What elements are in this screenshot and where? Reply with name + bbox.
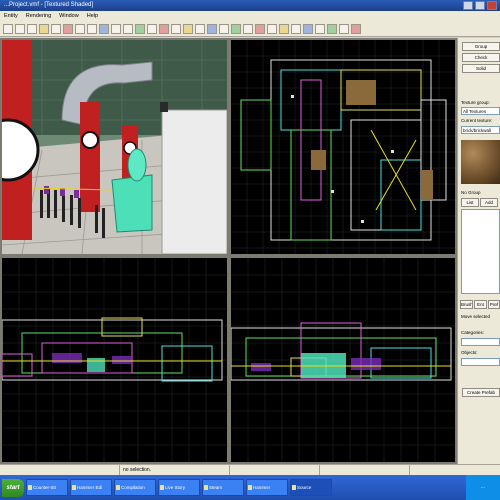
new-icon[interactable]	[3, 23, 13, 34]
minimize-button[interactable]	[463, 1, 473, 10]
grid-larger-icon[interactable]	[123, 23, 133, 34]
grid-icon[interactable]	[99, 23, 109, 34]
undo-icon[interactable]	[39, 23, 49, 34]
current-texture-label: Current texture:	[461, 118, 493, 123]
paste-icon[interactable]	[87, 23, 97, 34]
taskbar-item-7[interactable]: Source	[290, 479, 332, 496]
window-title: ...Project.vmf - [Textured Shaded]	[4, 2, 94, 8]
hide-icon[interactable]	[183, 23, 193, 34]
categories-select[interactable]	[461, 338, 500, 346]
tab-add[interactable]: Add	[480, 198, 498, 207]
taskbar-item-5[interactable]: Steam	[202, 479, 244, 496]
vertex-icon[interactable]	[339, 23, 349, 34]
system-tray[interactable]: ...	[466, 475, 500, 500]
to-world-icon[interactable]	[219, 23, 229, 34]
grid-smaller-icon[interactable]	[111, 23, 121, 34]
decal-icon[interactable]	[303, 23, 313, 34]
cordon-icon[interactable]	[207, 23, 217, 34]
toolbar	[0, 21, 500, 37]
taskbar-item-4[interactable]: Live Story	[158, 479, 200, 496]
categories-label: Categories:	[461, 330, 485, 335]
group-icon[interactable]	[159, 23, 169, 34]
taskbar-item-3[interactable]: Compilation	[114, 479, 156, 496]
select-mode-group-button[interactable]: Group	[462, 42, 500, 51]
front-viewport[interactable]	[0, 256, 229, 464]
menu-item-entity[interactable]: Entity	[4, 11, 18, 21]
objects-select[interactable]	[461, 358, 500, 366]
save-icon[interactable]	[27, 23, 37, 34]
current-texture-select[interactable]: brick/brickwall	[461, 126, 500, 134]
unhide-icon[interactable]	[195, 23, 205, 34]
tab-brush[interactable]: Brush	[460, 300, 473, 309]
clip-icon[interactable]	[327, 23, 337, 34]
cut-icon[interactable]	[63, 23, 73, 34]
copy-icon[interactable]	[75, 23, 85, 34]
check-problems-icon[interactable]	[255, 23, 265, 34]
tab-ent[interactable]: Ent	[474, 300, 487, 309]
window-title-bar: ...Project.vmf - [Textured Shaded]	[0, 0, 500, 11]
close-button[interactable]	[487, 1, 497, 10]
smooth-icon[interactable]	[279, 23, 289, 34]
move-selected-label: Move selected	[461, 314, 491, 319]
menu-item-window[interactable]: Window	[59, 11, 79, 21]
camera-viewport[interactable]	[0, 38, 229, 256]
texture-group-label: Texture group:	[461, 100, 490, 105]
taskbar: start Counter-Str Hammer Edi Compilation…	[0, 475, 500, 500]
ungroup-icon[interactable]	[171, 23, 181, 34]
to-entity-icon[interactable]	[231, 23, 241, 34]
side-viewport[interactable]	[229, 256, 457, 464]
texture-group-select[interactable]: All Textures	[461, 107, 500, 115]
run-map-icon[interactable]	[243, 23, 253, 34]
magnify-icon[interactable]	[351, 23, 361, 34]
carve-icon[interactable]	[147, 23, 157, 34]
menu-item-rendering[interactable]: Rendering	[26, 11, 51, 21]
taskbar-item-1[interactable]: Counter-Str	[26, 479, 68, 496]
taskbar-item-2[interactable]: Hammer Edi	[70, 479, 112, 496]
texture-preview[interactable]	[461, 140, 500, 184]
maximize-button[interactable]	[475, 1, 485, 10]
visgroup-label: No Group	[461, 190, 481, 195]
taskbar-item-6[interactable]: Hammer	[246, 479, 288, 496]
top-viewport[interactable]	[229, 38, 457, 256]
open-icon[interactable]	[15, 23, 25, 34]
objects-label: Objects:	[461, 350, 478, 355]
entity-report-icon[interactable]	[267, 23, 277, 34]
create-prefab-button[interactable]: Create Prefab	[462, 388, 500, 397]
visgroup-list[interactable]	[461, 209, 500, 294]
select-mode-solid-button[interactable]: Solid	[462, 64, 500, 73]
tab-pref[interactable]: Pref	[488, 300, 500, 309]
side-panel: Group Check Solid Texture group: All Tex…	[457, 38, 500, 464]
redo-icon[interactable]	[51, 23, 61, 34]
status-bar: no selection.	[0, 464, 500, 476]
texture-lock-icon[interactable]	[135, 23, 145, 34]
texture-app-icon[interactable]	[291, 23, 301, 34]
viewport-area	[0, 38, 457, 464]
overlay-icon[interactable]	[315, 23, 325, 34]
menu-item-help[interactable]: Help	[87, 11, 98, 21]
start-button[interactable]: start	[2, 478, 24, 497]
tab-list[interactable]: List	[461, 198, 479, 207]
select-mode-check-button[interactable]: Check	[462, 53, 500, 62]
menu-bar: Entity Rendering Window Help	[0, 11, 500, 21]
